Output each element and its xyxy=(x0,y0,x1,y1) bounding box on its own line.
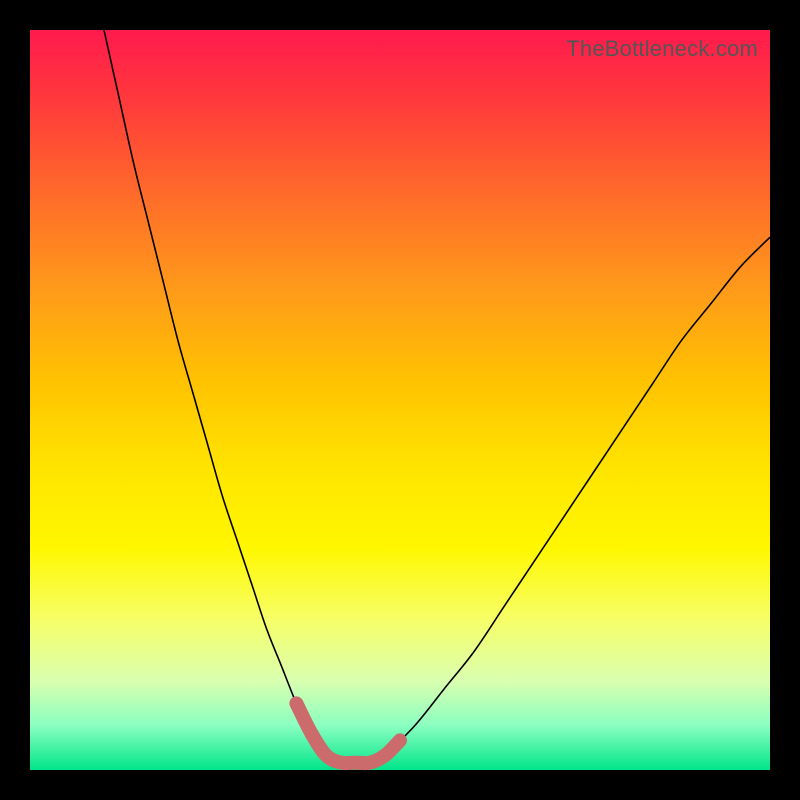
curve-left xyxy=(104,30,326,755)
curve-svg xyxy=(30,30,770,770)
curve-valley-highlight xyxy=(296,703,400,763)
chart-frame: TheBottleneck.com xyxy=(0,0,800,800)
curve-right xyxy=(385,237,770,755)
plot-area: TheBottleneck.com xyxy=(30,30,770,770)
